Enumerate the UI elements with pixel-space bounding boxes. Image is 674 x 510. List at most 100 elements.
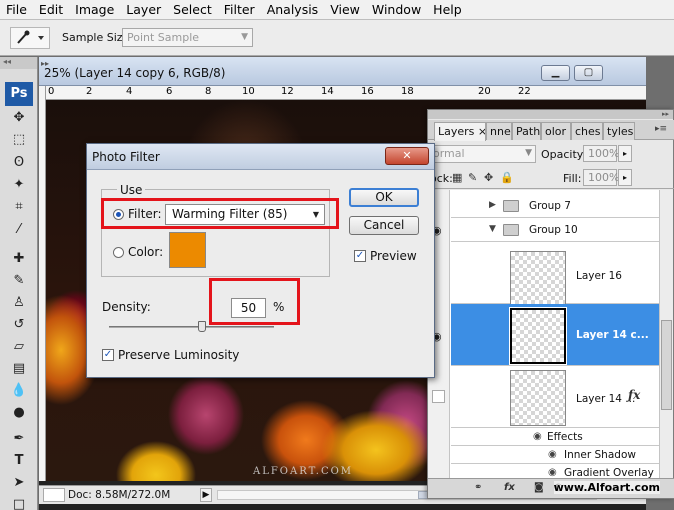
close-button[interactable]: ✕ (385, 147, 429, 165)
use-group-label: Use (117, 183, 146, 197)
add-style-icon[interactable]: fx (504, 482, 515, 493)
healing-brush-tool-icon[interactable]: ✚ (9, 249, 29, 269)
layer-row-group-7[interactable]: ▶ Group 7 (451, 194, 660, 218)
menu-file[interactable]: File (0, 2, 33, 17)
effect-row-gradient-overlay[interactable]: ◉ Gradient Overlay (451, 464, 660, 478)
lock-all-icon[interactable]: 🔒 (500, 171, 514, 184)
blur-tool-icon[interactable]: 💧 (9, 381, 29, 401)
opacity-field[interactable]: 100% (583, 145, 619, 162)
tab-styles[interactable]: tyles (603, 122, 635, 140)
eye-icon[interactable]: ◉ (548, 449, 557, 460)
color-radio[interactable] (113, 247, 124, 258)
ruler-label: 16 (361, 86, 374, 97)
menu-filter[interactable]: Filter (218, 2, 261, 17)
dodge-tool-icon[interactable]: ● (9, 403, 29, 423)
layer-row-layer-14-copy[interactable]: Layer 14 c... (451, 304, 660, 366)
site-watermark: www.Alfoart.com (553, 481, 660, 494)
minimize-button[interactable]: ▁ (541, 65, 570, 81)
color-swatch[interactable] (169, 232, 206, 268)
add-mask-icon[interactable]: ◙ (534, 482, 544, 493)
eye-icon[interactable]: ◉ (548, 467, 557, 478)
fill-slider-button[interactable]: ▸ (618, 169, 632, 186)
pen-tool-icon[interactable]: ✒ (9, 429, 29, 449)
tab-paths[interactable]: Paths (512, 122, 541, 140)
path-selection-tool-icon[interactable]: ➤ (9, 473, 29, 493)
density-label: Density: (102, 300, 151, 314)
fill-label: Fill: (563, 172, 582, 185)
effect-name: Effects (547, 431, 583, 443)
layer-name: Layer 14 c... (576, 329, 649, 341)
layers-scrollbar[interactable] (659, 190, 673, 478)
menu-help[interactable]: Help (427, 2, 468, 17)
layer-row-group-10[interactable]: ▼ Group 10 (451, 218, 660, 242)
fx-icon[interactable]: fx (628, 388, 640, 402)
menu-image[interactable]: Image (69, 2, 120, 17)
gradient-tool-icon[interactable]: ▤ (9, 359, 29, 379)
panel-menu-icon[interactable]: ▸≡ (655, 124, 667, 134)
tab-color[interactable]: olor (541, 122, 571, 140)
tab-swatches[interactable]: ches (571, 122, 603, 140)
effect-row-inner-shadow[interactable]: ◉ Inner Shadow (451, 446, 660, 464)
eye-icon[interactable]: ◉ (533, 431, 542, 442)
lock-pixels-icon[interactable]: ✎ (468, 171, 477, 184)
magic-wand-tool-icon[interactable]: ✦ (9, 175, 29, 195)
menu-analysis[interactable]: Analysis (261, 2, 325, 17)
history-brush-tool-icon[interactable]: ↺ (9, 315, 29, 335)
panel-tabs: Layers × nnels Paths olor ches tyles (428, 120, 674, 141)
lock-transparency-icon[interactable]: ▦ (452, 171, 462, 184)
effects-row[interactable]: ◉ Effects (451, 428, 660, 446)
panel-grip[interactable]: ◂◂ (0, 57, 37, 69)
menu-view[interactable]: View (324, 2, 366, 17)
preserve-luminosity-checkbox[interactable]: ✓ (102, 349, 114, 361)
menu-select[interactable]: Select (167, 2, 218, 17)
chevron-down-icon[interactable]: ▼ (489, 224, 496, 234)
horizontal-ruler: 0 2 4 6 8 10 12 14 16 18 20 22 (46, 86, 646, 100)
lock-position-icon[interactable]: ✥ (484, 171, 493, 184)
effect-name: Inner Shadow (564, 449, 636, 461)
status-menu-play-icon[interactable]: ▶ (200, 488, 212, 502)
density-slider-thumb[interactable] (197, 321, 206, 332)
link-layers-icon[interactable]: ⚭ (474, 482, 482, 493)
eyedropper-tool-icon[interactable]: ⁄ (9, 220, 29, 240)
eraser-tool-icon[interactable]: ▱ (9, 337, 29, 357)
scrollbar-thumb[interactable] (661, 320, 672, 410)
document-titlebar[interactable]: ▸▸ 25% (Layer 14 copy 6, RGB/8) ▁ ▢ (39, 57, 646, 86)
layer-row-layer-16[interactable]: Layer 16 (451, 242, 660, 307)
menu-edit[interactable]: Edit (33, 2, 69, 17)
dialog-titlebar[interactable]: Photo Filter ✕ (87, 144, 434, 170)
type-tool-icon[interactable]: T (9, 451, 29, 471)
panel-grip[interactable]: ▸▸ (428, 110, 673, 119)
visibility-toggle[interactable] (432, 390, 445, 403)
shape-tool-icon[interactable]: □ (9, 495, 29, 510)
maximize-button[interactable]: ▢ (574, 65, 603, 81)
tab-layers[interactable]: Layers × (434, 122, 486, 141)
preview-checkbox[interactable]: ✓ (354, 250, 366, 262)
ruler-label: 10 (242, 86, 255, 97)
chevron-right-icon[interactable]: ▶ (489, 200, 496, 210)
clone-stamp-tool-icon[interactable]: ♙ (9, 293, 29, 313)
blend-mode-select[interactable]: ormal ▼ (430, 145, 536, 163)
layer-row-layer-14[interactable]: Layer 14 ... fx (451, 366, 660, 428)
sample-size-select[interactable]: Point Sample ▼ (122, 28, 253, 47)
menu-window[interactable]: Window (366, 2, 427, 17)
menu-layer[interactable]: Layer (120, 2, 167, 17)
sample-size-value: Point Sample (127, 31, 200, 44)
canvas-watermark: ALFOART.COM (253, 466, 354, 477)
brush-tool-icon[interactable]: ✎ (9, 271, 29, 291)
marquee-tool-icon[interactable]: ⬚ (9, 130, 29, 150)
effect-name: Gradient Overlay (564, 467, 654, 478)
opacity-slider-button[interactable]: ▸ (618, 145, 632, 162)
density-slider-track[interactable] (109, 326, 274, 328)
fill-field[interactable]: 100% (583, 169, 619, 186)
lasso-tool-icon[interactable]: ʘ (9, 153, 29, 173)
tool-preset-picker[interactable] (10, 27, 50, 49)
cancel-button[interactable]: Cancel (349, 216, 419, 235)
lock-row: ock: ▦ ✎ ✥ 🔒 Fill: 100% ▸ (428, 167, 674, 189)
crop-tool-icon[interactable]: ⌗ (9, 197, 29, 217)
tab-channels[interactable]: nnels (486, 122, 512, 140)
tab-close-icon[interactable]: × (478, 125, 485, 138)
document-title: 25% (Layer 14 copy 6, RGB/8) (44, 66, 226, 80)
move-tool-icon[interactable]: ✥ (9, 108, 29, 128)
ok-button[interactable]: OK (349, 188, 419, 207)
zoom-level-field[interactable] (43, 488, 65, 502)
